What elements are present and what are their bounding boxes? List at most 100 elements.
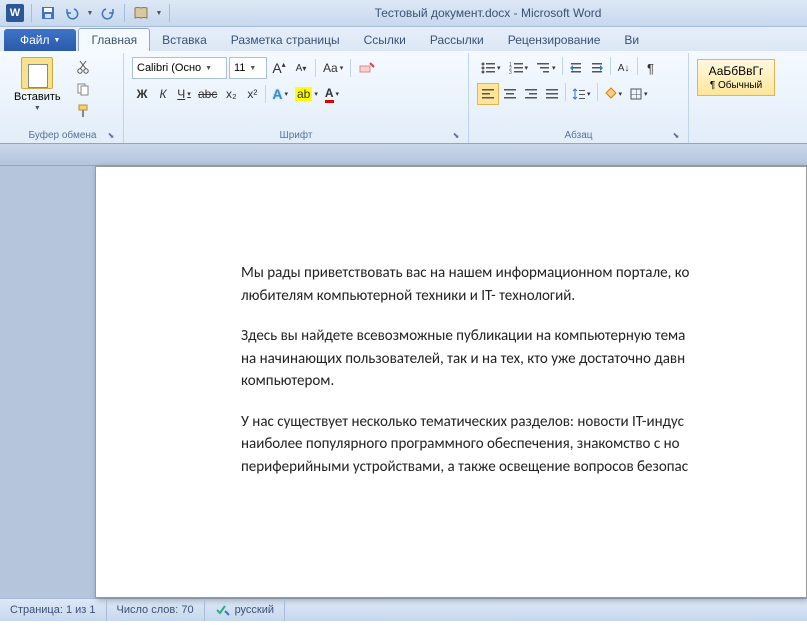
decrease-indent-button[interactable] [566,57,586,79]
chevron-down-icon: ▼ [249,65,256,72]
font-size-combo[interactable]: 11 ▼ [229,57,267,79]
multilevel-list-button[interactable]: ▾ [532,57,559,79]
tab-file[interactable]: Файл ▼ [4,29,76,51]
highlight-button[interactable]: ab▾ [292,83,321,105]
ribbon: Вставить ▼ Буфер обмена ⬊ [0,51,807,144]
separator [610,57,611,75]
ruler-area [0,144,807,166]
quick-access-toolbar: W ▼ ▼ [4,2,173,24]
shrink-font-button[interactable]: A▾ [291,57,311,79]
status-language[interactable]: русский [205,599,285,621]
increase-indent-button[interactable] [587,57,607,79]
paragraph-text: Здесь вы найдете всевозможные публикации… [241,325,806,393]
word-app-icon[interactable]: W [4,2,26,24]
separator [315,59,316,77]
window-title: Тестовый документ.docx - Microsoft Word [173,6,803,20]
bold-button[interactable]: Ж [132,83,152,105]
underline-button[interactable]: Ч▾ [174,83,194,105]
strikethrough-button[interactable]: abc [195,83,220,105]
dialog-launcher-icon[interactable]: ⬊ [105,129,117,141]
tab-review[interactable]: Рецензирование [496,29,613,51]
chevron-down-icon: ▼ [34,105,41,112]
redo-button[interactable] [97,2,119,24]
sort-button[interactable]: A↓ [614,57,634,79]
justify-button[interactable] [542,83,562,105]
style-preview-text: АаБбВвГг [706,64,766,78]
numbering-button[interactable]: 123▾ [505,57,532,79]
separator [169,4,170,22]
status-word-count[interactable]: Число слов: 70 [107,599,205,621]
paragraph-text: Мы рады приветствовать вас на нашем инфо… [241,262,806,307]
paste-icon [21,57,53,89]
separator [565,83,566,101]
paragraph-text: У нас существует несколько тематических … [241,411,806,479]
separator [597,83,598,101]
italic-button[interactable]: К [153,83,173,105]
font-family-value: Calibri (Осно [137,62,201,74]
format-painter-button[interactable] [73,101,93,121]
dialog-launcher-icon[interactable]: ⬊ [450,129,462,141]
bullets-button[interactable]: ▾ [477,57,504,79]
grow-font-button[interactable]: A▴ [269,57,289,79]
chevron-down-icon: ▼ [54,37,61,44]
status-language-text: русский [235,604,274,616]
tab-view[interactable]: Ви [612,29,651,51]
font-family-combo[interactable]: Calibri (Осно ▼ [132,57,227,79]
status-page[interactable]: Страница: 1 из 1 [0,599,107,621]
undo-button[interactable] [61,2,83,24]
document-page[interactable]: Мы рады приветствовать вас на нашем инфо… [95,166,807,598]
separator [265,85,266,103]
tab-home[interactable]: Главная [78,28,150,51]
group-label-paragraph: Абзац ⬊ [473,128,684,143]
cut-button[interactable] [73,57,93,77]
font-size-value: 11 [234,62,245,74]
page-margin [0,166,95,598]
separator [562,57,563,75]
group-font: Calibri (Осно ▼ 11 ▼ A▴ A▾ Aa▾ Ж К Ч▾ abc [124,53,469,143]
font-color-button[interactable]: A▾ [322,83,342,105]
group-styles: АаБбВвГг ¶ Обычный [689,53,783,143]
align-left-button[interactable] [477,83,499,105]
tab-file-label: Файл [20,33,50,47]
spellcheck-icon [215,603,231,617]
document-area: Мы рады приветствовать вас на нашем инфо… [0,166,807,598]
book-icon[interactable] [130,2,152,24]
line-spacing-button[interactable]: ▾ [569,83,594,105]
undo-dropdown[interactable]: ▼ [85,2,95,24]
style-normal[interactable]: АаБбВвГг ¶ Обычный [697,59,775,96]
dialog-launcher-icon[interactable]: ⬊ [670,129,682,141]
separator [124,4,125,22]
paste-button[interactable]: Вставить ▼ [6,55,69,114]
align-center-button[interactable] [500,83,520,105]
group-paragraph: ▾ 123▾ ▾ A↓ ¶ ▾ ▾ ▾ [469,53,689,143]
tab-references[interactable]: Ссылки [352,29,418,51]
subscript-button[interactable]: x₂ [221,83,241,105]
chevron-down-icon: ▼ [205,65,212,72]
tab-mailings[interactable]: Рассылки [418,29,496,51]
show-marks-button[interactable]: ¶ [641,57,661,79]
paste-label: Вставить [14,91,61,103]
title-bar: W ▼ ▼ Тестовый документ.docx - Microsoft… [0,0,807,27]
qat-customize-dropdown[interactable]: ▼ [154,2,164,24]
group-label-font: Шрифт ⬊ [128,128,464,143]
group-clipboard: Вставить ▼ Буфер обмена ⬊ [2,53,124,143]
clear-formatting-button[interactable] [355,57,379,79]
save-button[interactable] [37,2,59,24]
copy-button[interactable] [73,79,93,99]
separator [31,4,32,22]
ribbon-tabs: Файл ▼ Главная Вставка Разметка страницы… [0,27,807,51]
align-right-button[interactable] [521,83,541,105]
group-label-clipboard: Буфер обмена ⬊ [6,128,119,143]
change-case-button[interactable]: Aa▾ [320,57,346,79]
tab-page-layout[interactable]: Разметка страницы [219,29,352,51]
style-name: ¶ Обычный [706,80,766,91]
separator [350,59,351,77]
text-effects-button[interactable]: A▾ [269,83,291,105]
separator [637,57,638,75]
tab-insert[interactable]: Вставка [150,29,219,51]
status-bar: Страница: 1 из 1 Число слов: 70 русский [0,598,807,621]
shading-button[interactable]: ▾ [601,83,626,105]
svg-text:3: 3 [509,70,512,75]
borders-button[interactable]: ▾ [626,83,651,105]
superscript-button[interactable]: x² [242,83,262,105]
